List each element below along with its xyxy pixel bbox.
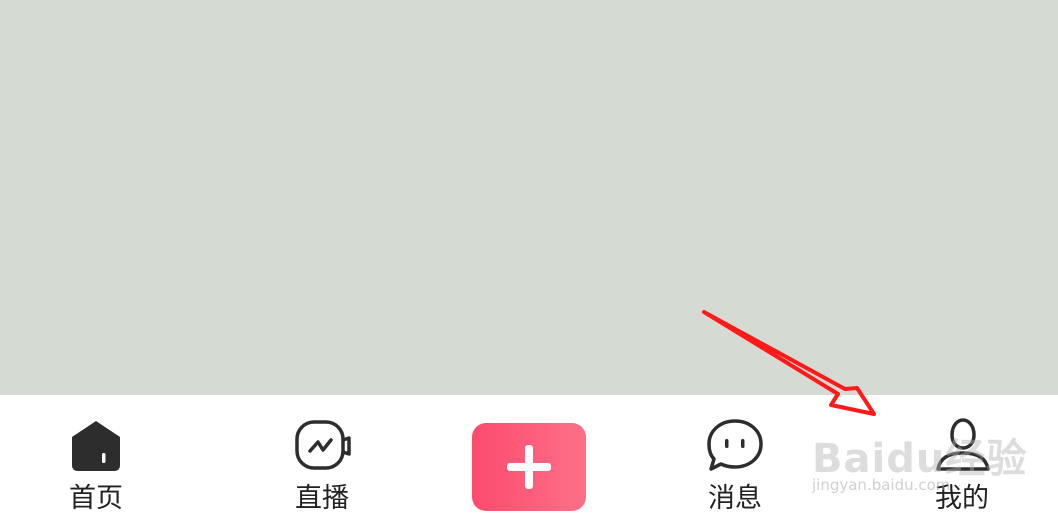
- chat-bubble-icon: [707, 419, 763, 471]
- tab-me[interactable]: 我的: [897, 395, 1027, 522]
- create-post-button[interactable]: [472, 423, 586, 511]
- main-content-area: [0, 0, 1058, 395]
- bottom-tab-bar: 首页 直播 消息 我的: [0, 395, 1058, 522]
- live-icon: [295, 420, 351, 470]
- tab-live[interactable]: 直播: [257, 395, 387, 522]
- tab-messages[interactable]: 消息: [670, 395, 800, 522]
- tab-live-label: 直播: [295, 483, 349, 514]
- tab-home[interactable]: 首页: [31, 395, 161, 522]
- tab-me-label: 我的: [935, 483, 989, 514]
- plus-icon: [507, 445, 551, 489]
- person-icon: [936, 418, 990, 471]
- tab-home-label: 首页: [69, 483, 123, 514]
- home-icon: [72, 421, 120, 471]
- tab-messages-label: 消息: [708, 483, 762, 514]
